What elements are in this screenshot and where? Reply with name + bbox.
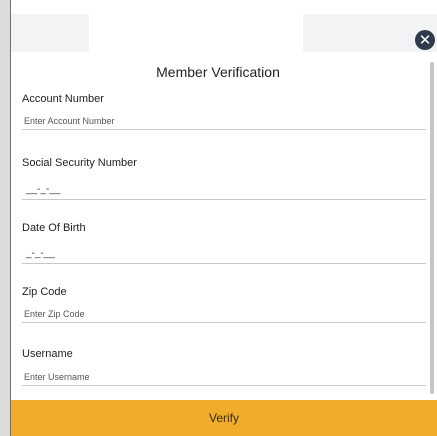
ssn-input[interactable]: __-_-__ bbox=[22, 182, 426, 200]
ssn-mask: __-_-__ bbox=[26, 184, 61, 195]
dialog-top-strip bbox=[11, 0, 437, 14]
account-number-field: Account Number bbox=[22, 93, 426, 130]
scrollbar[interactable] bbox=[430, 62, 434, 394]
account-number-input[interactable] bbox=[22, 112, 426, 130]
dob-mask: _-_-__ bbox=[26, 248, 55, 259]
header-highlight bbox=[89, 14, 303, 52]
dob-input[interactable]: _-_-__ bbox=[22, 246, 426, 264]
ssn-field: Social Security Number __-_-__ bbox=[22, 157, 426, 200]
dob-label: Date Of Birth bbox=[22, 222, 86, 234]
dialog-left-border bbox=[0, 0, 11, 436]
verify-button[interactable]: Verify bbox=[11, 400, 437, 436]
zip-field: Zip Code bbox=[22, 286, 426, 323]
account-number-label: Account Number bbox=[22, 93, 104, 105]
dialog-title: Member Verification bbox=[156, 64, 280, 80]
zip-label: Zip Code bbox=[22, 286, 67, 298]
ssn-label: Social Security Number bbox=[22, 157, 137, 169]
username-input[interactable] bbox=[22, 368, 426, 386]
dialog-header bbox=[11, 14, 437, 52]
close-icon[interactable]: ✕ bbox=[415, 30, 435, 50]
dob-field: Date Of Birth _-_-__ bbox=[22, 222, 426, 264]
zip-input[interactable] bbox=[22, 305, 426, 323]
username-field: Username bbox=[22, 348, 426, 386]
username-label: Username bbox=[22, 348, 73, 360]
verification-dialog: ✕ Member Verification Account Number Soc… bbox=[0, 0, 437, 436]
